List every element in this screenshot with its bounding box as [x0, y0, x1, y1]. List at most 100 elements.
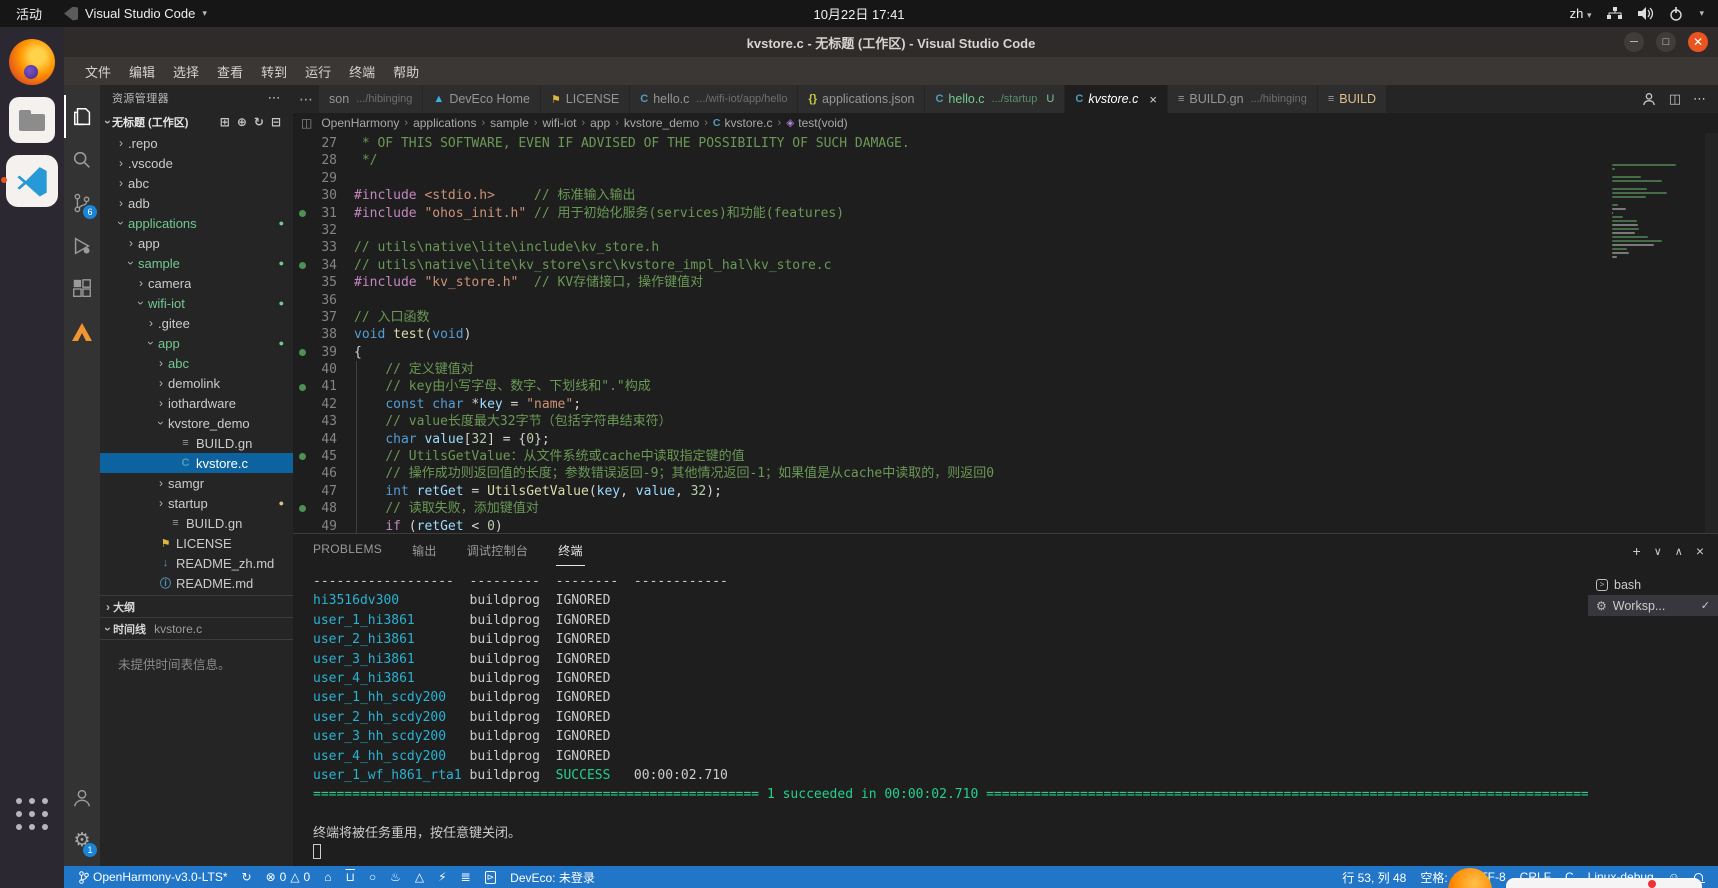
statusbar-cursor-position[interactable]: 行 53, 列 48 — [1335, 869, 1413, 886]
activitybar-run-debug[interactable] — [64, 224, 100, 267]
tree-item-abc[interactable]: ›abc — [100, 353, 293, 373]
activitybar-extensions[interactable] — [64, 267, 100, 310]
breadcrumb-item[interactable]: applications — [413, 116, 476, 130]
tab-BUILD.gn[interactable]: ≡BUILD.gn.../hibinging — [1168, 85, 1318, 113]
panel-tab-输出[interactable]: 输出 — [410, 536, 439, 566]
tree-item-README_zh.md[interactable]: ↓README_zh.md — [100, 553, 293, 573]
statusbar-sync-icon[interactable]: ↻ — [235, 870, 259, 884]
close-panel-icon[interactable]: × — [1696, 543, 1704, 559]
breadcrumb-item[interactable]: Ckvstore.c — [713, 116, 773, 130]
terminal-output[interactable]: ------------------ --------- -------- --… — [293, 568, 1588, 866]
breadcrumb-item[interactable]: sample — [490, 116, 529, 130]
activitybar-search[interactable] — [64, 138, 100, 181]
tree-item-wifi-iot[interactable]: ›wifi-iot● — [100, 293, 293, 313]
volume-icon[interactable] — [1638, 7, 1653, 20]
menu-查看[interactable]: 查看 — [208, 59, 252, 84]
activitybar-settings[interactable]: ⚙ 1 — [64, 819, 100, 862]
refresh-icon[interactable]: ↻ — [254, 115, 264, 129]
terminal-instance-Worksp...[interactable]: ⚙Worksp...✓ — [1588, 595, 1718, 616]
new-file-icon[interactable]: ⊞ — [220, 115, 230, 129]
tab-son[interactable]: son.../hibinging — [319, 85, 423, 113]
activitybar-explorer[interactable] — [64, 95, 100, 138]
maximize-button[interactable]: □ — [1656, 32, 1676, 52]
tab-applications.json[interactable]: {}applications.json — [798, 85, 925, 113]
dock-files[interactable] — [0, 97, 64, 143]
statusbar-problems[interactable]: ⊗0△0 — [259, 870, 318, 884]
statusbar-burn-icon[interactable]: ♨ — [383, 870, 408, 884]
minimize-button[interactable]: ─ — [1624, 32, 1644, 52]
tab-hello.c[interactable]: Chello.c.../startupU — [925, 85, 1065, 113]
network-icon[interactable] — [1607, 7, 1622, 20]
minimap[interactable] — [1612, 136, 1700, 286]
editor-scrollbar[interactable] — [1705, 133, 1718, 533]
statusbar-home-icon[interactable]: ⌂ — [317, 870, 338, 884]
power-icon[interactable] — [1669, 7, 1683, 21]
breadcrumb-item[interactable]: ◈test(void) — [786, 116, 847, 130]
activities-button[interactable]: 活动 — [16, 4, 42, 23]
tree-item-applications[interactable]: ›applications● — [100, 213, 293, 233]
activitybar-deveco[interactable] — [64, 310, 100, 353]
tree-item-.vscode[interactable]: ›.vscode — [100, 153, 293, 173]
tree-item-startup[interactable]: ›startup● — [100, 493, 293, 513]
tree-item-samgr[interactable]: ›samgr — [100, 473, 293, 493]
tab-DevEco Home[interactable]: ▲DevEco Home — [423, 85, 540, 113]
breadcrumb-item[interactable]: wifi-iot — [542, 116, 576, 130]
breadcrumb-item[interactable]: kvstore_demo — [624, 116, 699, 130]
notification-toast[interactable] — [1506, 878, 1702, 888]
tab-kvstore.c[interactable]: Ckvstore.c× — [1065, 85, 1168, 113]
title-bar[interactable]: kvstore.c - 无标题 (工作区) - Visual Studio Co… — [64, 27, 1718, 57]
dock-vscode[interactable] — [0, 155, 64, 207]
dock-firefox[interactable] — [0, 39, 64, 85]
panel-tab-终端[interactable]: 终端 — [556, 536, 585, 566]
breadcrumb-item[interactable]: OpenHarmony — [321, 116, 399, 130]
tab-LICENSE[interactable]: ⚑LICENSE — [541, 85, 630, 113]
tree-item-camera[interactable]: ›camera — [100, 273, 293, 293]
tree-item-app[interactable]: ›app — [100, 233, 293, 253]
tree-item-sample[interactable]: ›sample● — [100, 253, 293, 273]
tree-item-adb[interactable]: ›adb — [100, 193, 293, 213]
tree-item-LICENSE[interactable]: ⚑LICENSE — [100, 533, 293, 553]
menu-转到[interactable]: 转到 — [252, 59, 296, 84]
tab-hello.c[interactable]: Chello.c.../wifi-iot/app/hello — [630, 85, 798, 113]
clock[interactable]: 10月22日 17:41 — [813, 4, 904, 23]
menu-编辑[interactable]: 编辑 — [120, 59, 164, 84]
tree-item-.gitee[interactable]: ›.gitee — [100, 313, 293, 333]
menu-终端[interactable]: 终端 — [340, 59, 384, 84]
tree-item-app[interactable]: ›app● — [100, 333, 293, 353]
menu-运行[interactable]: 运行 — [296, 59, 340, 84]
tree-item-abc[interactable]: ›abc — [100, 173, 293, 193]
workspace-section-header[interactable]: › 无标题 (工作区) ⊞ ⊕ ↻ ⊟ — [100, 111, 293, 133]
terminal-instance-bash[interactable]: >bash — [1588, 574, 1718, 595]
tree-item-iothardware[interactable]: ›iothardware — [100, 393, 293, 413]
tree-item-BUILD.gn[interactable]: ≡BUILD.gn — [100, 513, 293, 533]
code-editor[interactable]: 27 * OF THIS SOFTWARE, EVEN IF ADVISED O… — [293, 133, 1718, 533]
tree-item-kvstore.c[interactable]: Ckvstore.c — [100, 453, 293, 473]
statusbar-tasks-icon[interactable]: ≣ — [454, 870, 478, 884]
chevron-down-icon[interactable]: ▾ — [1699, 8, 1704, 19]
outline-section[interactable]: › 大纲 — [100, 596, 293, 618]
menu-选择[interactable]: 选择 — [164, 59, 208, 84]
timeline-section[interactable]: › 时间线 kvstore.c — [100, 618, 293, 640]
split-editor-icon[interactable]: ◫ — [1669, 91, 1681, 107]
new-folder-icon[interactable]: ⊕ — [237, 115, 247, 129]
more-actions-icon[interactable]: ⋯ — [1693, 91, 1706, 107]
input-language[interactable]: zh ▾ — [1570, 6, 1592, 21]
statusbar-deveco-login[interactable]: DevEco: 未登录 — [503, 869, 602, 886]
statusbar-run-icon[interactable]: ⊳ — [478, 871, 504, 884]
more-actions-icon[interactable]: ⋯ — [268, 90, 281, 106]
tree-item-demolink[interactable]: ›demolink — [100, 373, 293, 393]
menu-帮助[interactable]: 帮助 — [384, 59, 428, 84]
tree-item-kvstore_demo[interactable]: ›kvstore_demo — [100, 413, 293, 433]
tab-BUILD[interactable]: ≡BUILD — [1318, 85, 1387, 113]
breadcrumb-item[interactable]: app — [590, 116, 610, 130]
tree-item-README.md[interactable]: ⓘREADME.md — [100, 573, 293, 593]
show-applications-button[interactable] — [16, 798, 48, 830]
tree-item-.repo[interactable]: ›.repo — [100, 133, 293, 153]
account-icon[interactable] — [1641, 91, 1657, 107]
statusbar-serial-icon[interactable]: ○ — [362, 870, 383, 884]
new-terminal-icon[interactable]: + — [1633, 543, 1641, 559]
panel-tab-调试控制台[interactable]: 调试控制台 — [465, 536, 531, 566]
activitybar-source-control[interactable]: 6 — [64, 181, 100, 224]
activitybar-accounts[interactable] — [64, 776, 100, 819]
statusbar-flash-icon[interactable]: ⚡ — [431, 870, 453, 884]
